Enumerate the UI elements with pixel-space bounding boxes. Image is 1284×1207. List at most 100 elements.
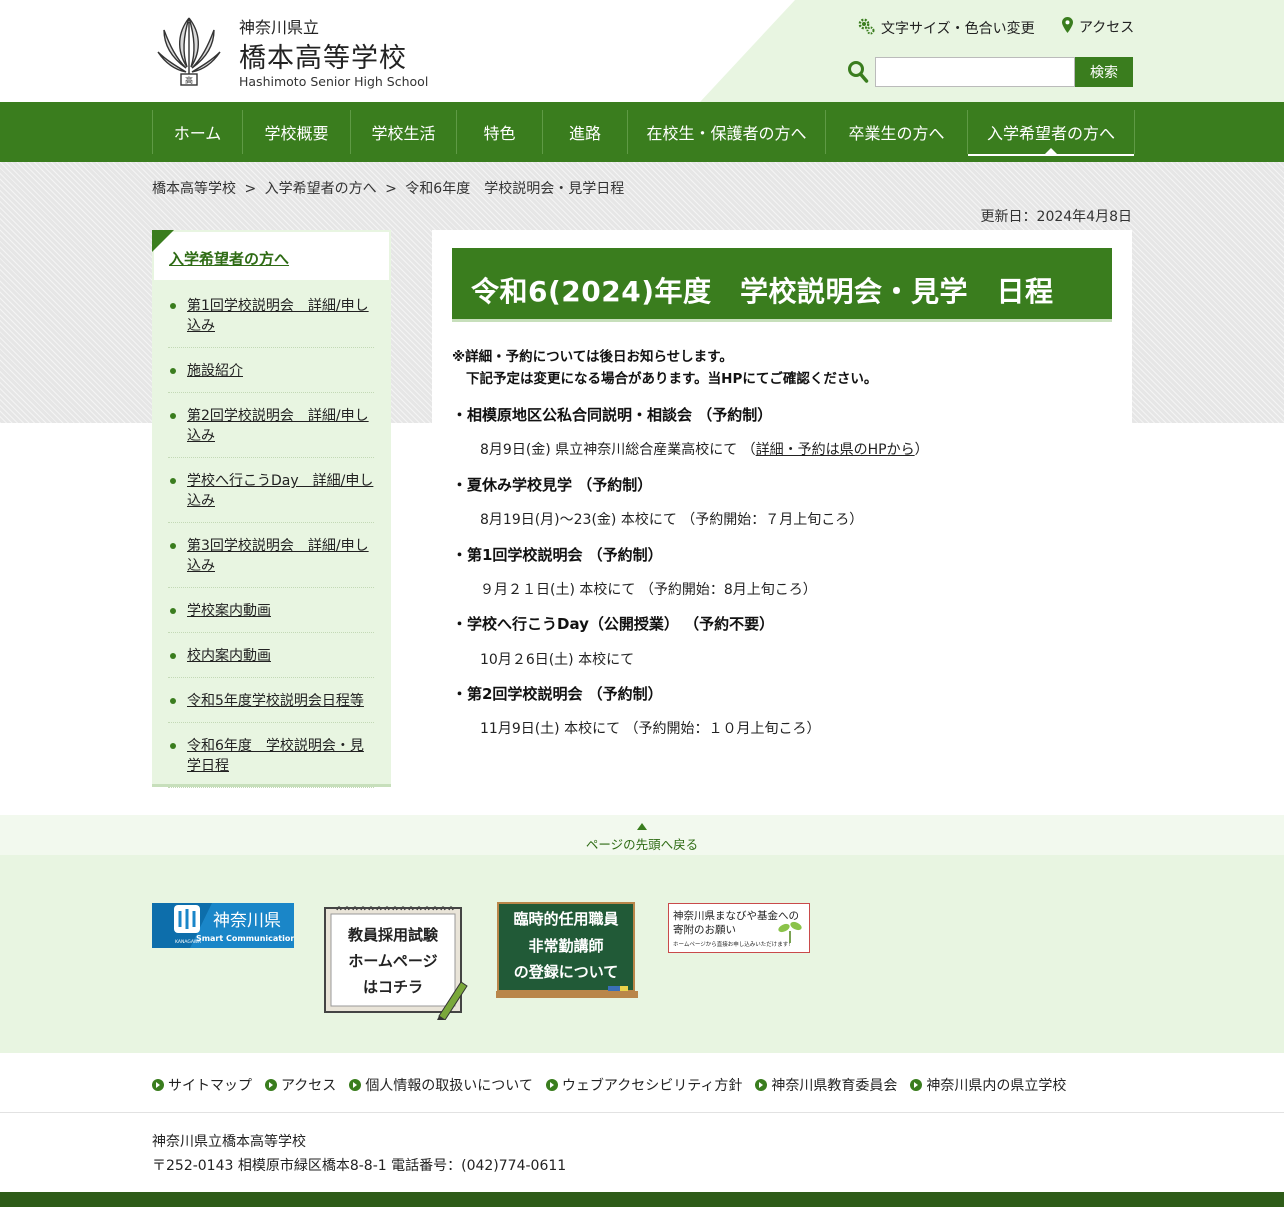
event-detail: ９月２１日(土) 本校にて （予約開始：8月上旬ころ）	[480, 582, 817, 598]
event-title: ・夏休み学校見学 （予約制）	[452, 476, 653, 494]
kanagawa-banner[interactable]: 神奈川県 Smart Communication KANAGAWA	[152, 903, 296, 952]
footer-link[interactable]: 神奈川県教育委員会	[755, 1075, 897, 1095]
page-title: 令和6(2024)年度 学校説明会・見学 日程	[452, 248, 1112, 322]
sidebar-item[interactable]: 施設紹介	[168, 357, 374, 393]
nav-item-label: ホーム	[173, 124, 222, 143]
footer-link-label: 神奈川県内の県立学校	[926, 1078, 1067, 1094]
sidebar-item[interactable]: 令和5年度学校説明会日程等	[168, 687, 374, 723]
sidebar-menu: 第1回学校説明会 詳細/申し込み施設紹介第2回学校説明会 詳細/申し込み 学校へ行…	[168, 292, 374, 797]
nav-item-label: 卒業生の方へ	[848, 124, 945, 143]
sidebar-item[interactable]: 校内案内動画	[168, 642, 374, 678]
arrow-up-icon	[637, 823, 647, 830]
site-header: 高 神奈川県立 橋本高等学校 Hashimoto Senior High Sch…	[0, 0, 1284, 102]
event-title: ・学校へ行こうDay（公開授業） （予約不要）	[452, 615, 775, 633]
event-detail: 11月9日(土) 本校にて （予約開始：１０月上旬ころ）	[480, 721, 821, 737]
event-detail: 8月9日(金) 県立神奈川総合産業高校にて （詳細・予約は県のHPから）	[480, 439, 929, 459]
active-indicator-icon	[1045, 148, 1057, 154]
footer-link[interactable]: 神奈川県内の県立学校	[910, 1075, 1066, 1095]
arrow-circle-icon	[545, 1079, 558, 1091]
sidebar-item[interactable]: 第1回学校説明会 詳細/申し込み	[168, 292, 374, 348]
school-emblem-logo[interactable]: 高	[152, 12, 226, 90]
sidebar-item[interactable]: 学校へ行こうDay 詳細/申し込み	[168, 467, 374, 523]
event-detail-end: ）	[914, 442, 929, 458]
sidebar: 入学希望者の方へ 第1回学校説明会 詳細/申し込み施設紹介第2回学校説明会 詳細…	[152, 230, 391, 788]
nav-item[interactable]: 学校概要	[242, 110, 350, 154]
footer-link[interactable]: アクセス	[265, 1075, 336, 1095]
breadcrumb-item-applicants[interactable]: 入学希望者の方へ	[265, 181, 377, 197]
footer-school-name: 神奈川県立橋本高等学校	[152, 1134, 306, 1150]
page-top-link[interactable]: ページの先頭へ戻る	[0, 834, 1284, 853]
nav-item-label: 特色	[483, 124, 516, 143]
sidebar-item[interactable]: 第2回学校説明会 詳細/申し込み	[168, 402, 374, 458]
svg-text:高: 高	[185, 75, 193, 85]
temporary-staff-banner[interactable]: 臨時的任用職員 非常勤講師 の登録について	[496, 902, 638, 1004]
nav-item-label: 在校生・保護者の方へ	[646, 124, 807, 143]
search-button[interactable]: 検索	[1075, 57, 1133, 87]
breadcrumb-separator: >	[385, 181, 397, 197]
footer-link-label: アクセス	[281, 1078, 337, 1094]
text-size-color-link[interactable]: 文字サイズ・色合い変更	[857, 17, 1035, 39]
sidebar-item[interactable]: 学校案内動画	[168, 597, 374, 633]
breadcrumb-separator: >	[244, 181, 257, 197]
nav-item[interactable]: 進路	[542, 110, 627, 154]
global-nav-list: ホーム 学校概要 学校生活 特色 進路 在校生・保護者の方へ 卒業生の方へ 入学希望者の方へ	[152, 110, 1135, 156]
map-pin-icon	[1062, 17, 1073, 37]
teacher-banner-line-3: はコチラ	[363, 978, 423, 996]
site-title[interactable]: 橋本高等学校	[239, 36, 407, 75]
page-top-bar: ページの先頭へ戻る	[0, 815, 1284, 855]
banner-area: 神奈川県 Smart Communication KANAGAWA 教員採用試験…	[0, 855, 1284, 1053]
footer-link[interactable]: ウェブアクセシビリティ方針	[545, 1075, 742, 1095]
access-link-label: アクセス	[1079, 20, 1135, 36]
event-title: ・第1回学校説明会 （予約制）	[452, 546, 663, 564]
breadcrumb-item-home[interactable]: 橋本高等学校	[152, 181, 236, 197]
nav-item[interactable]: 在校生・保護者の方へ	[627, 110, 825, 154]
sidebar-heading-box: 入学希望者の方へ	[152, 230, 391, 282]
teacher-recruitment-banner[interactable]: 教員採用試験 ホームページ はコチラ	[323, 902, 468, 1024]
nav-item[interactable]: ホーム	[152, 110, 242, 154]
footer-link[interactable]: 個人情報の取扱いについて	[349, 1075, 533, 1095]
nav-item[interactable]: 特色	[456, 110, 542, 154]
kanagawa-banner-sub: Smart Communication	[196, 934, 294, 943]
nav-item[interactable]: 入学希望者の方へ	[967, 110, 1135, 156]
text-size-link-label: 文字サイズ・色合い変更	[881, 21, 1035, 37]
search-input[interactable]	[875, 57, 1075, 87]
fund-banner-line-1: 神奈川県まなびや基金への	[673, 909, 799, 922]
arrow-circle-icon	[910, 1079, 923, 1091]
sidebar-item[interactable]: 令和6年度 学校説明会・見学日程	[168, 732, 374, 788]
breadcrumb-item-current: 令和6年度 学校説明会・見学日程	[405, 181, 625, 197]
global-nav: ホーム 学校概要 学校生活 特色 進路 在校生・保護者の方へ 卒業生の方へ 入学希望者の方へ	[0, 102, 1284, 162]
footer-address: 神奈川県立橋本高等学校 〒252-0143 相模原市緑区橋本8-8-1 電話番号…	[152, 1130, 566, 1178]
event-detail: 8月19日(月)～23(金) 本校にて （予約開始：７月上旬ころ）	[480, 512, 864, 528]
sidebar-heading-link[interactable]: 入学希望者の方へ	[169, 248, 289, 269]
fund-banner-line-2: 寄附のお願い	[673, 923, 736, 936]
footer-link[interactable]: サイトマップ	[152, 1075, 252, 1095]
notice-line-1: ※詳細・予約については後日お知らせします。	[452, 349, 733, 365]
arrow-circle-icon	[152, 1079, 164, 1091]
footer-bottom-bar	[0, 1192, 1284, 1207]
arrow-circle-icon	[755, 1079, 768, 1091]
temporary-banner-line-2: 非常勤講師	[528, 937, 603, 955]
site-title-en: Hashimoto Senior High School	[239, 74, 429, 89]
prefecture-hp-link[interactable]: 詳細・予約は県のHPから	[756, 442, 915, 458]
arrow-circle-icon	[265, 1079, 277, 1091]
nav-item-label: 学校概要	[264, 124, 329, 143]
event-title: ・第2回学校説明会 （予約制）	[452, 685, 663, 703]
search-icon	[847, 60, 869, 84]
footer-links: サイトマップ アクセス 個人情報の取扱いについて ウェブアクセシビリティ方針 神奈川県教…	[0, 1053, 1284, 1113]
arrow-circle-icon	[349, 1079, 362, 1091]
event-detail: 10月２6日(土) 本校にて	[480, 652, 635, 668]
access-link[interactable]: アクセス	[1062, 17, 1134, 37]
temporary-banner-line-3: の登録について	[514, 963, 619, 981]
sidebar-item[interactable]: 第3回学校説明会 詳細/申し込み	[168, 532, 374, 588]
footer-link-label: 個人情報の取扱いについて	[365, 1078, 533, 1094]
updated-date: 更新日：2024年4月8日	[980, 209, 1132, 225]
manabiya-fund-banner[interactable]: 神奈川県まなびや基金への 寄附のお願い ホームページから直接お申し込みいただけま…	[668, 903, 810, 957]
teacher-banner-line-1: 教員採用試験	[347, 926, 439, 944]
footer-link-label: 神奈川県教育委員会	[771, 1078, 898, 1094]
footer-link-label: サイトマップ	[168, 1078, 252, 1094]
nav-item[interactable]: 学校生活	[350, 110, 456, 154]
temporary-banner-line-1: 臨時的任用職員	[513, 910, 618, 928]
nav-item[interactable]: 卒業生の方へ	[825, 110, 967, 154]
event-detail-text: 8月9日(金) 県立神奈川総合産業高校にて （	[480, 442, 756, 458]
gear-icon	[857, 17, 875, 39]
